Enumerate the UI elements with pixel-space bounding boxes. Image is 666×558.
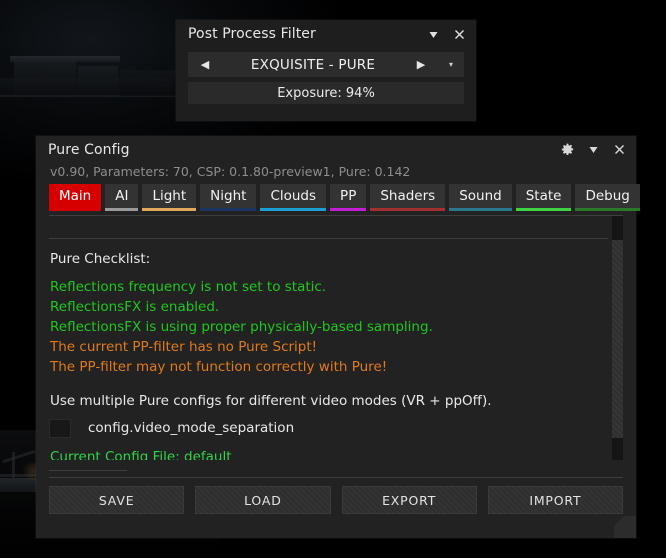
tab-clouds[interactable]: Clouds <box>260 184 327 211</box>
tab-label: Main <box>59 188 92 204</box>
background-building <box>120 70 175 96</box>
tab-label: Night <box>210 188 247 204</box>
current-config-file: Current Config File: default <box>50 449 232 460</box>
tab-pp[interactable]: PP <box>330 184 367 211</box>
post-process-filter-panel: Post Process Filter ◀ EXQUISITE - PURE ▶… <box>176 20 476 121</box>
config-scrollbar-thumb[interactable] <box>612 240 623 438</box>
exposure-value[interactable]: Exposure: 94% <box>188 82 464 104</box>
resize-handle[interactable] <box>614 516 636 538</box>
config-scrollbar[interactable] <box>612 216 623 460</box>
tab-label: AI <box>115 188 129 204</box>
pure-config-window: Pure Config v0.90, Parameters: 70, CSP: … <box>36 136 640 538</box>
tab-state[interactable]: State <box>515 184 572 211</box>
close-icon[interactable] <box>613 143 626 156</box>
gear-icon[interactable] <box>561 143 574 156</box>
config-titlebar[interactable]: Pure Config <box>36 136 636 163</box>
checklist-heading: Pure Checklist: <box>50 251 151 267</box>
pp-body: ◀ EXQUISITE - PURE ▶ ▾ Exposure: 94% <box>176 48 476 104</box>
tab-debug[interactable]: Debug <box>575 184 640 211</box>
tab-ai[interactable]: AI <box>105 184 139 211</box>
checklist-item: The PP-filter may not function correctly… <box>50 359 388 375</box>
config-scroll-area: Pure Checklist: Reflections frequency is… <box>49 216 623 460</box>
filter-dropdown-icon[interactable]: ▾ <box>438 60 464 69</box>
tab-sound[interactable]: Sound <box>449 184 512 211</box>
checklist-item: ReflectionsFX is enabled. <box>50 299 220 315</box>
tab-label: Clouds <box>270 188 317 204</box>
divider-above-checklist <box>49 238 608 239</box>
divider-short <box>49 470 127 471</box>
checklist-item: ReflectionsFX is using proper physically… <box>50 319 433 335</box>
video-mode-separation-row: config.video_mode_separation <box>49 417 608 439</box>
load-button[interactable]: LOAD <box>195 486 331 514</box>
video-mode-separation-label: config.video_mode_separation <box>88 420 295 436</box>
video-mode-description: Use multiple Pure configs for different … <box>50 393 492 409</box>
config-content: Pure Checklist: Reflections frequency is… <box>49 216 608 460</box>
checklist-item: Reflections frequency is not set to stat… <box>50 279 327 295</box>
tab-label: State <box>525 188 562 204</box>
import-button[interactable]: IMPORT <box>487 486 623 514</box>
export-button[interactable]: EXPORT <box>341 486 477 514</box>
tab-night[interactable]: Night <box>200 184 257 211</box>
filter-selector-row: ◀ EXQUISITE - PURE ▶ ▾ <box>188 52 464 77</box>
config-title-icons <box>561 143 626 156</box>
config-title: Pure Config <box>48 141 130 158</box>
chevron-down-icon[interactable] <box>427 28 440 41</box>
chevron-down-icon[interactable] <box>587 143 600 156</box>
prev-filter-button[interactable]: ◀ <box>188 58 222 71</box>
tab-label: Shaders <box>380 188 436 204</box>
background-roof <box>10 56 120 62</box>
next-filter-button[interactable]: ▶ <box>404 58 438 71</box>
video-mode-separation-checkbox[interactable] <box>49 418 71 438</box>
tab-bar: Main AI Light Night Clouds PP Shaders Sound Stat… <box>36 184 640 211</box>
tab-label: PP <box>340 188 357 204</box>
version-info: v0.90, Parameters: 70, CSP: 0.1.80-previ… <box>50 164 411 179</box>
filter-name-value[interactable]: EXQUISITE - PURE <box>222 57 404 73</box>
tab-label: Light <box>152 188 187 204</box>
tab-light[interactable]: Light <box>142 184 197 211</box>
action-button-row: SAVE LOAD EXPORT IMPORT <box>36 478 636 514</box>
checklist-item: The current PP-filter has no Pure Script… <box>50 339 318 355</box>
pp-titlebar[interactable]: Post Process Filter <box>176 20 476 48</box>
tab-label: Sound <box>459 188 502 204</box>
checklist: Reflections frequency is not set to stat… <box>49 277 608 377</box>
pp-title: Post Process Filter <box>188 26 316 42</box>
pp-title-icons <box>427 28 466 41</box>
tab-label: Debug <box>585 188 630 204</box>
screen-root: Post Process Filter ◀ EXQUISITE - PURE ▶… <box>0 0 666 558</box>
close-icon[interactable] <box>453 28 466 41</box>
save-button[interactable]: SAVE <box>49 486 185 514</box>
tab-shaders[interactable]: Shaders <box>370 184 446 211</box>
tab-main[interactable]: Main <box>49 184 102 211</box>
